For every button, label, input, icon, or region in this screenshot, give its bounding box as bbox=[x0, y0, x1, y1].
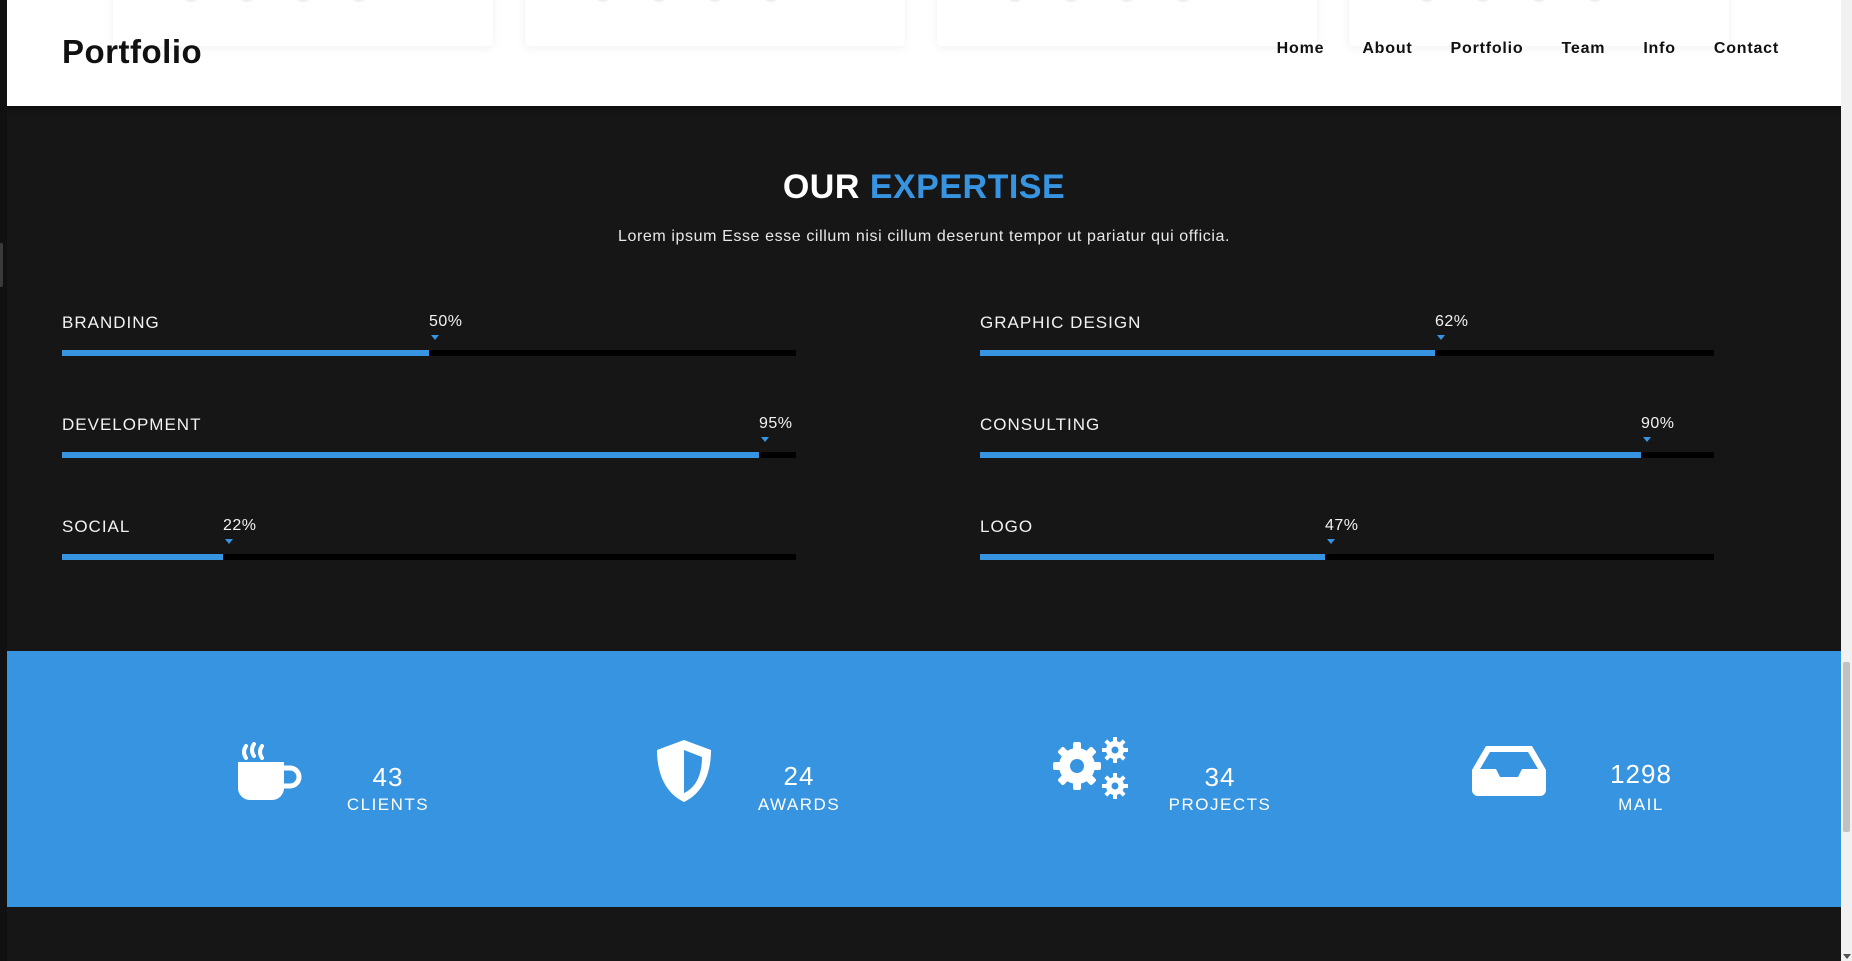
skill-percent: 90% bbox=[1641, 415, 1675, 442]
team-card-peek bbox=[937, 0, 1317, 46]
stat-label: AWARDS bbox=[757, 795, 841, 814]
skill-bar: BRANDING 50% bbox=[62, 313, 796, 356]
skill-bar: CONSULTING 90% bbox=[980, 415, 1714, 458]
stat-number: 34 bbox=[1204, 762, 1236, 792]
linkedin-icon[interactable] bbox=[239, 0, 255, 2]
skill-fill bbox=[980, 554, 1325, 560]
twitter-icon[interactable] bbox=[183, 0, 199, 2]
page-scrollbar[interactable] bbox=[1841, 0, 1852, 961]
main-nav: Home About Portfolio Team Info Contact bbox=[1277, 40, 1779, 58]
team-card-peek bbox=[525, 0, 905, 46]
stat-number: 43 bbox=[372, 762, 404, 792]
facebook-icon[interactable] bbox=[1119, 0, 1135, 2]
linkedin-icon[interactable] bbox=[1063, 0, 1079, 2]
shield-icon bbox=[657, 740, 711, 802]
skill-label: DEVELOPMENT bbox=[62, 415, 202, 434]
pinterest-icon[interactable] bbox=[1175, 0, 1191, 2]
twitter-icon[interactable] bbox=[1007, 0, 1023, 2]
skill-percent: 22% bbox=[223, 517, 257, 544]
facebook-icon[interactable] bbox=[1531, 0, 1547, 2]
skill-percent: 95% bbox=[759, 415, 793, 442]
twitter-icon[interactable] bbox=[1419, 0, 1435, 2]
skill-track bbox=[62, 350, 796, 356]
coffee-cup-icon bbox=[238, 742, 302, 800]
stat-label: PROJECTS bbox=[1168, 795, 1272, 814]
facebook-icon[interactable] bbox=[707, 0, 723, 2]
stat-clients: 43 CLIENTS bbox=[236, 651, 456, 907]
stat-number: 24 bbox=[783, 761, 815, 791]
skill-label: SOCIAL bbox=[62, 517, 131, 536]
skill-bar: GRAPHIC DESIGN 62% bbox=[980, 313, 1714, 356]
site-header: Portfolio Home About Portfolio Team Info… bbox=[7, 0, 1841, 106]
skill-percent: 50% bbox=[429, 313, 463, 340]
skill-percent: 47% bbox=[1325, 517, 1359, 544]
skill-fill bbox=[980, 350, 1435, 356]
skill-label: BRANDING bbox=[62, 313, 160, 332]
twitter-icon[interactable] bbox=[595, 0, 611, 2]
skill-bar: SOCIAL 22% bbox=[62, 517, 796, 560]
stat-projects: 34 PROJECTS bbox=[1051, 651, 1301, 907]
side-handle[interactable] bbox=[0, 243, 3, 287]
next-section bbox=[7, 907, 1841, 961]
scroll-down-arrow-icon[interactable] bbox=[1843, 954, 1851, 959]
brand-logo[interactable]: Portfolio bbox=[62, 33, 202, 71]
page: Portfolio Home About Portfolio Team Info… bbox=[0, 0, 1852, 961]
facebook-icon[interactable] bbox=[295, 0, 311, 2]
linkedin-icon[interactable] bbox=[1475, 0, 1491, 2]
skill-bar: DEVELOPMENT 95% bbox=[62, 415, 796, 458]
linkedin-icon[interactable] bbox=[651, 0, 667, 2]
stat-label: MAIL bbox=[1618, 795, 1664, 814]
nav-info[interactable]: Info bbox=[1643, 40, 1676, 58]
pinterest-icon[interactable] bbox=[1587, 0, 1603, 2]
skill-fill bbox=[62, 350, 429, 356]
pinterest-icon[interactable] bbox=[763, 0, 779, 2]
skill-fill bbox=[980, 452, 1641, 458]
nav-portfolio[interactable]: Portfolio bbox=[1451, 40, 1524, 58]
stat-awards: 24 AWARDS bbox=[653, 651, 873, 907]
stat-number: 1298 bbox=[1610, 759, 1672, 789]
skill-track bbox=[62, 452, 796, 458]
left-edge bbox=[0, 0, 7, 961]
stat-mail: 1298 MAIL bbox=[1472, 651, 1722, 907]
skill-track bbox=[980, 452, 1714, 458]
section-subtitle: Lorem ipsum Esse esse cillum nisi cillum… bbox=[617, 228, 1231, 245]
nav-contact[interactable]: Contact bbox=[1714, 40, 1779, 58]
skill-percent: 62% bbox=[1435, 313, 1469, 340]
section-title: OUR EXPERTISE bbox=[7, 168, 1841, 207]
pinterest-icon[interactable] bbox=[351, 0, 367, 2]
nav-about[interactable]: About bbox=[1362, 40, 1412, 58]
stat-label: CLIENTS bbox=[346, 795, 430, 814]
skill-bar: LOGO 47% bbox=[980, 517, 1714, 560]
title-expertise: EXPERTISE bbox=[869, 168, 1066, 206]
skill-label: LOGO bbox=[980, 517, 1034, 536]
nav-team[interactable]: Team bbox=[1562, 40, 1606, 58]
gears-icon bbox=[1053, 737, 1128, 799]
title-our: OUR bbox=[782, 168, 860, 206]
skill-track bbox=[980, 554, 1714, 560]
inbox-icon bbox=[1472, 746, 1546, 796]
skill-fill bbox=[62, 452, 759, 458]
nav-home[interactable]: Home bbox=[1277, 40, 1325, 58]
scrollbar-thumb[interactable] bbox=[1843, 662, 1850, 832]
skill-fill bbox=[62, 554, 223, 560]
skill-track bbox=[980, 350, 1714, 356]
expertise-section: OUR EXPERTISE Lorem ipsum Esse esse cill… bbox=[7, 106, 1841, 651]
stats-section: 43 CLIENTS 24 AWARDS 34 PROJECTS 1298 MA… bbox=[7, 651, 1841, 907]
skill-label: CONSULTING bbox=[980, 415, 1101, 434]
skill-label: GRAPHIC DESIGN bbox=[980, 313, 1142, 332]
skill-track bbox=[62, 554, 796, 560]
